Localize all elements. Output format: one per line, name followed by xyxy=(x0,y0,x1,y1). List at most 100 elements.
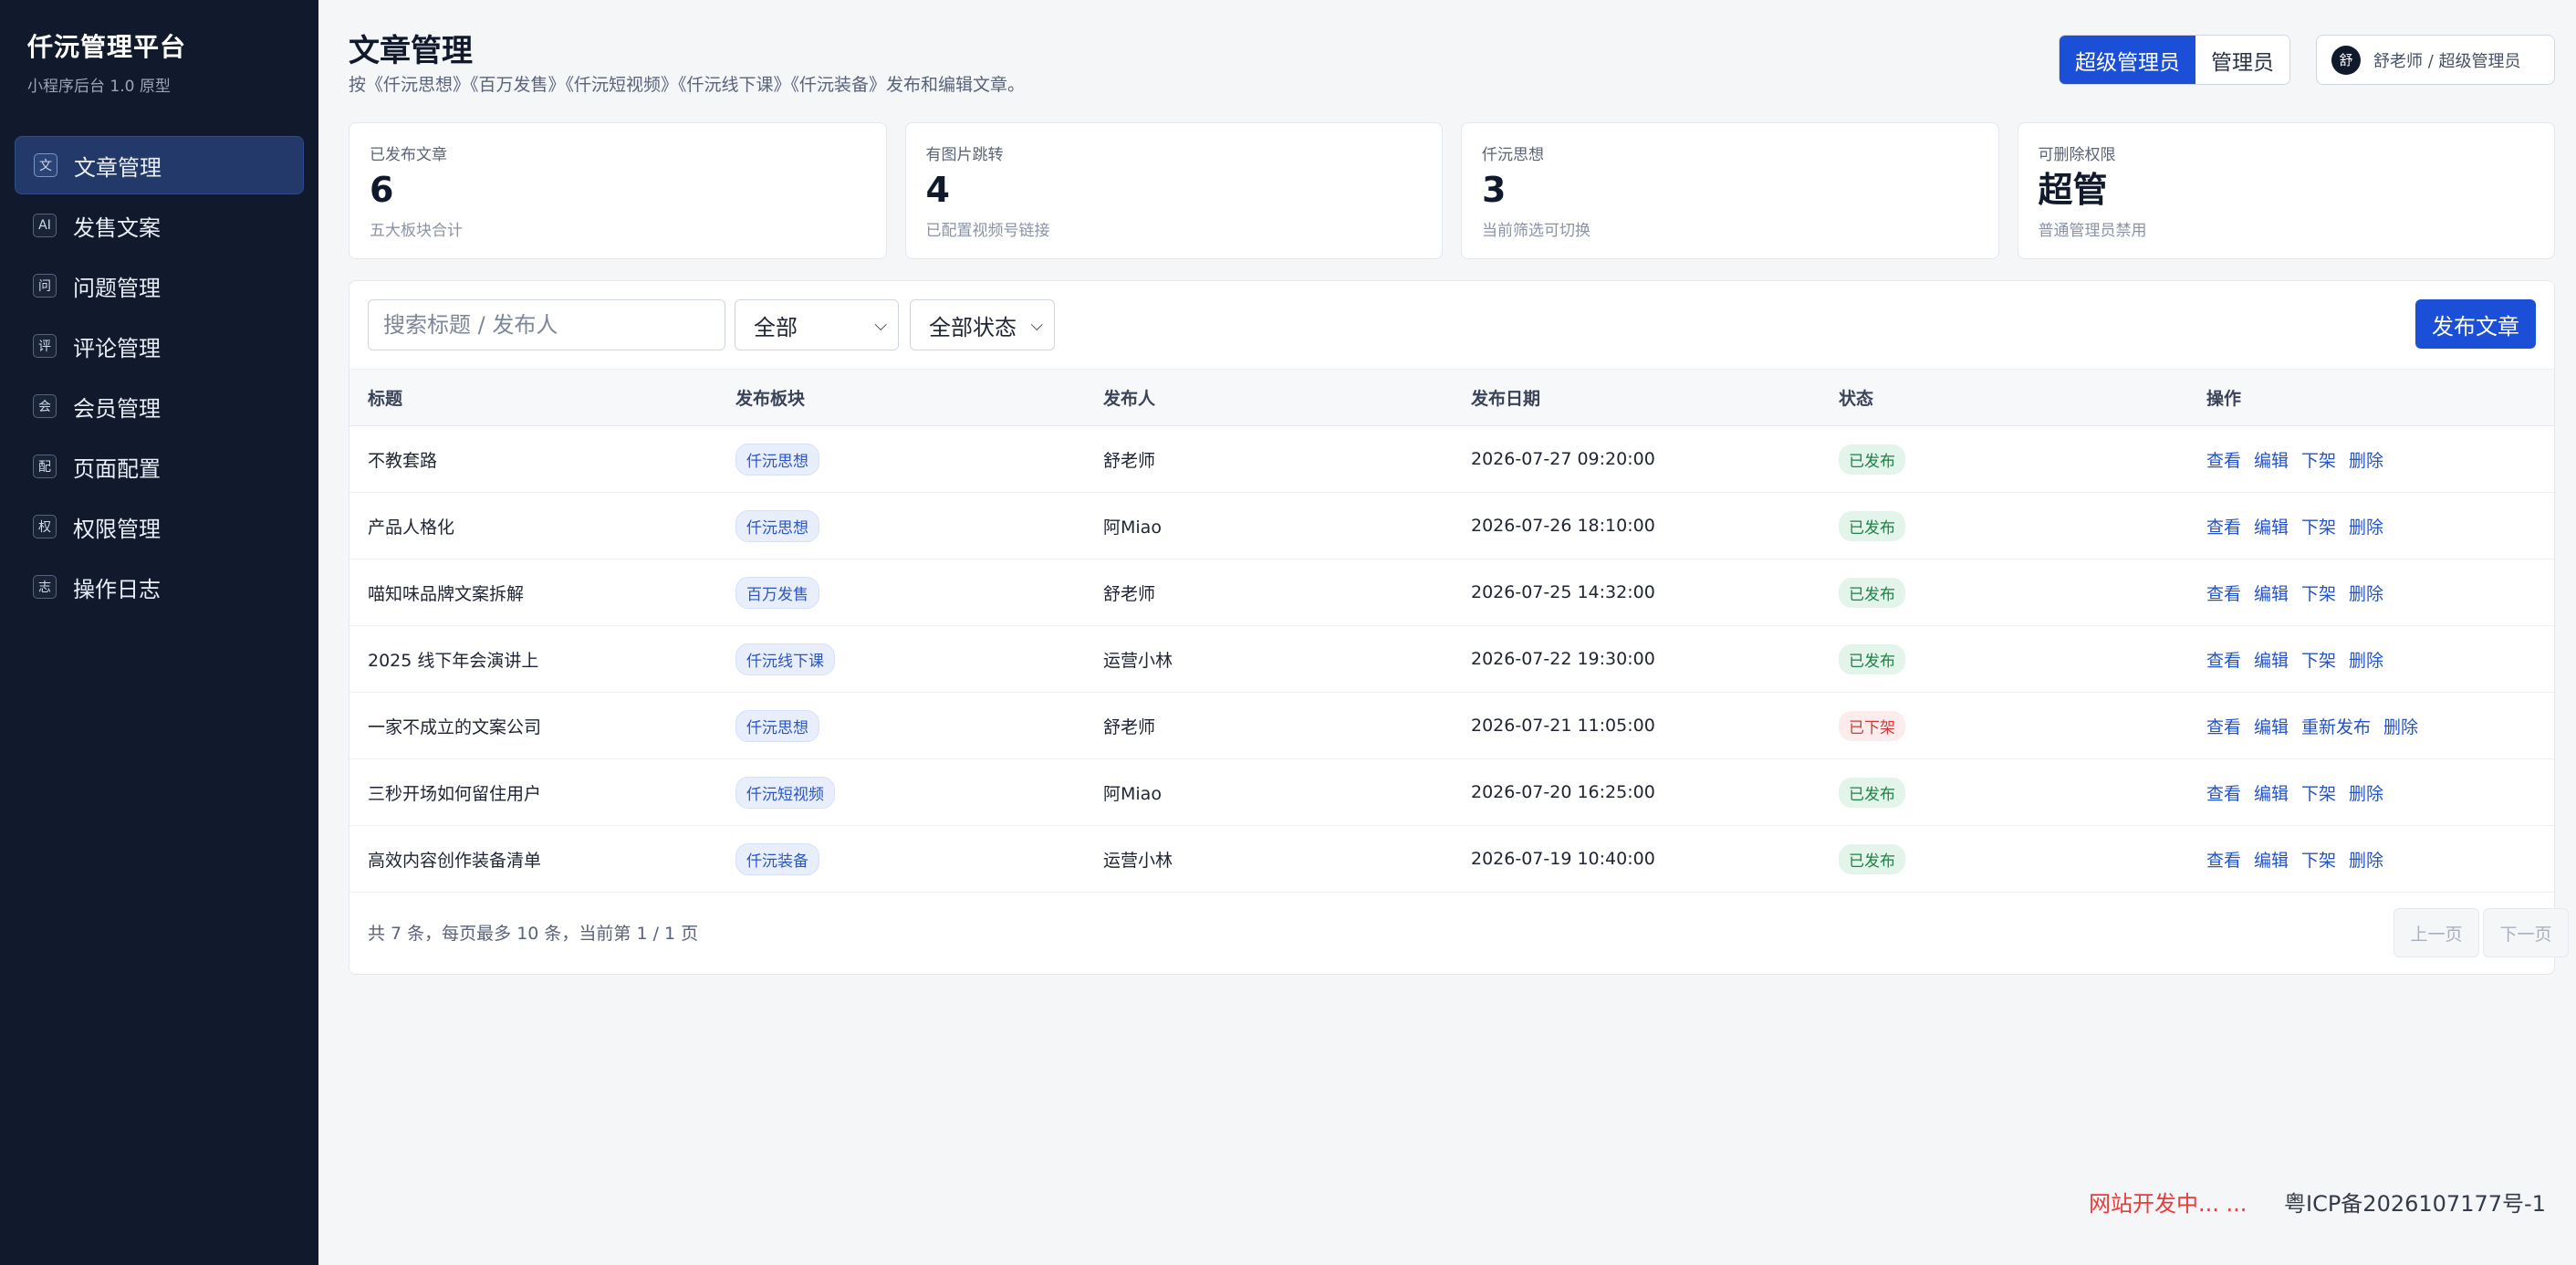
status-filter-select[interactable]: 全部状态 ⌵ xyxy=(910,299,1055,350)
sidebar-item-page-config[interactable]: 配 页面配置 xyxy=(15,437,304,496)
sidebar-item-permissions[interactable]: 权 权限管理 xyxy=(15,497,304,556)
chevron-down-icon: ⌵ xyxy=(874,315,887,335)
edit-link[interactable]: 编辑 xyxy=(2254,784,2289,804)
pagination-info: 共 7 条，每页最多 10 条，当前第 1 / 1 页 xyxy=(368,924,699,944)
row-actions: 查看 编辑 下架 删除 xyxy=(2188,626,2554,693)
unpublish-link[interactable]: 下架 xyxy=(2301,584,2336,604)
user-name: 舒老师 / 超级管理员 xyxy=(2373,51,2521,71)
article-author: 舒老师 xyxy=(1103,583,1156,604)
stat-card-section: 仟沅思想 3 当前筛选可切换 xyxy=(1461,122,1999,259)
unpublish-link[interactable]: 下架 xyxy=(2301,651,2336,671)
row-actions: 查看 编辑 下架 删除 xyxy=(2188,493,2554,559)
sidebar-item-articles[interactable]: 文 文章管理 xyxy=(15,136,304,194)
section-tag: 仟沅思想 xyxy=(735,443,819,476)
section-tag: 仟沅思想 xyxy=(735,709,819,742)
dev-notice: 网站开发中... ... xyxy=(2089,1191,2247,1217)
article-title: 不教套路 xyxy=(368,450,438,471)
column-header-actions: 操作 xyxy=(2206,389,2242,409)
article-author: 运营小林 xyxy=(1103,850,1173,871)
article-title: 三秒开场如何留住用户 xyxy=(368,783,542,804)
stats-row: 已发布文章 6 五大板块合计 有图片跳转 4 已配置视频号链接 仟沅思想 3 当… xyxy=(349,122,2555,259)
sidebar-item-label: 页面配置 xyxy=(73,455,161,482)
article-table: 标题 发布板块 发布人 发布日期 状态 操作 不教套路 仟沅思想 舒老师 2026-0… xyxy=(349,369,2554,893)
republish-link[interactable]: 重新发布 xyxy=(2301,717,2371,737)
article-title: 一家不成立的文案公司 xyxy=(368,716,542,737)
view-link[interactable]: 查看 xyxy=(2206,784,2241,804)
sidebar-item-label: 权限管理 xyxy=(73,516,161,542)
status-badge: 已发布 xyxy=(1839,643,1905,674)
view-link[interactable]: 查看 xyxy=(2206,451,2241,471)
unpublish-link[interactable]: 下架 xyxy=(2301,784,2336,804)
table-header-row: 标题 发布板块 发布人 发布日期 状态 操作 xyxy=(349,369,2554,426)
role-admin-button[interactable]: 管理员 xyxy=(2195,36,2289,84)
column-header-author: 发布人 xyxy=(1103,389,1156,409)
article-title: 喵知味品牌文案拆解 xyxy=(368,583,525,604)
stat-hint: 当前筛选可切换 xyxy=(1482,221,1590,240)
next-page-button[interactable]: 下一页 xyxy=(2483,908,2569,957)
stat-hint: 已配置视频号链接 xyxy=(925,221,1050,240)
prev-page-button[interactable]: 上一页 xyxy=(2393,908,2479,957)
sidebar-item-label: 文章管理 xyxy=(74,154,162,181)
delete-link[interactable]: 删除 xyxy=(2349,784,2383,804)
delete-link[interactable]: 删除 xyxy=(2349,651,2383,671)
table-row: 一家不成立的文案公司 仟沅思想 舒老师 2026-07-21 11:05:00 已下架 查… xyxy=(349,693,2554,759)
status-badge: 已发布 xyxy=(1839,444,1905,475)
sidebar-item-label: 评论管理 xyxy=(73,335,161,361)
section-filter-value: 全部 xyxy=(754,314,798,340)
stat-value: 4 xyxy=(925,170,950,210)
search-input[interactable] xyxy=(368,299,725,350)
role-super-admin-button[interactable]: 超级管理员 xyxy=(2060,36,2195,84)
edit-link[interactable]: 编辑 xyxy=(2254,851,2289,871)
brand: 仟沅管理平台 小程序后台 1.0 原型 xyxy=(0,0,318,96)
edit-link[interactable]: 编辑 xyxy=(2254,518,2289,538)
sidebar-item-label: 发售文案 xyxy=(73,214,161,241)
article-author: 舒老师 xyxy=(1103,716,1156,737)
section-tag: 仟沅装备 xyxy=(735,842,819,875)
stat-value: 3 xyxy=(1482,170,1507,210)
section-tag: 仟沅短视频 xyxy=(735,776,835,809)
delete-link[interactable]: 删除 xyxy=(2349,851,2383,871)
article-title: 2025 线下年会演讲上 xyxy=(368,650,539,671)
sidebar-item-comments[interactable]: 评 评论管理 xyxy=(15,317,304,375)
publish-date: 2026-07-25 14:32:00 xyxy=(1471,582,1655,602)
view-link[interactable]: 查看 xyxy=(2206,584,2241,604)
delete-link[interactable]: 删除 xyxy=(2349,451,2383,471)
sidebar-item-sales-copy[interactable]: AI 发售文案 xyxy=(15,196,304,255)
icp-record[interactable]: 粤ICP备2026107177号-1 xyxy=(2284,1186,2546,1218)
stat-value: 6 xyxy=(370,170,394,210)
column-header-date: 发布日期 xyxy=(1471,389,1541,409)
stat-hint: 普通管理员禁用 xyxy=(2038,221,2147,240)
column-header-title: 标题 xyxy=(368,389,403,409)
delete-link[interactable]: 删除 xyxy=(2383,717,2418,737)
status-badge: 已发布 xyxy=(1839,843,1905,874)
edit-link[interactable]: 编辑 xyxy=(2254,651,2289,671)
view-link[interactable]: 查看 xyxy=(2206,518,2241,538)
status-badge: 已发布 xyxy=(1839,777,1905,808)
delete-link[interactable]: 删除 xyxy=(2349,518,2383,538)
unpublish-link[interactable]: 下架 xyxy=(2301,518,2336,538)
view-link[interactable]: 查看 xyxy=(2206,851,2241,871)
article-author: 阿Miao xyxy=(1103,783,1162,804)
edit-link[interactable]: 编辑 xyxy=(2254,451,2289,471)
sidebar-item-logs[interactable]: 志 操作日志 xyxy=(15,558,304,616)
sidebar-item-members[interactable]: 会 会员管理 xyxy=(15,377,304,435)
view-link[interactable]: 查看 xyxy=(2206,717,2241,737)
publish-date: 2026-07-19 10:40:00 xyxy=(1471,849,1655,869)
publish-article-button[interactable]: 发布文章 xyxy=(2415,299,2536,349)
user-chip[interactable]: 舒 舒老师 / 超级管理员 xyxy=(2316,35,2555,85)
edit-link[interactable]: 编辑 xyxy=(2254,717,2289,737)
view-link[interactable]: 查看 xyxy=(2206,651,2241,671)
table-body: 不教套路 仟沅思想 舒老师 2026-07-27 09:20:00 已发布 查看 编辑 下架删… xyxy=(349,426,2554,893)
section-filter-select[interactable]: 全部 ⌵ xyxy=(735,299,899,350)
page-description: 按《仟沅思想》《百万发售》《仟沅短视频》《仟沅线下课》《仟沅装备》发布和编辑文章… xyxy=(349,75,1026,95)
toolbar: 全部 ⌵ 全部状态 ⌵ 发布文章 xyxy=(368,299,2536,350)
edit-link[interactable]: 编辑 xyxy=(2254,584,2289,604)
sidebar-item-questions[interactable]: 问 问题管理 xyxy=(15,256,304,315)
unpublish-link[interactable]: 下架 xyxy=(2301,851,2336,871)
sidebar: 仟沅管理平台 小程序后台 1.0 原型 文 文章管理 AI 发售文案 问 问题管… xyxy=(0,0,318,1265)
column-header-section: 发布板块 xyxy=(735,389,806,409)
unpublish-link[interactable]: 下架 xyxy=(2301,451,2336,471)
publish-date: 2026-07-20 16:25:00 xyxy=(1471,782,1655,802)
delete-link[interactable]: 删除 xyxy=(2349,584,2383,604)
section-tag: 百万发售 xyxy=(735,576,819,609)
